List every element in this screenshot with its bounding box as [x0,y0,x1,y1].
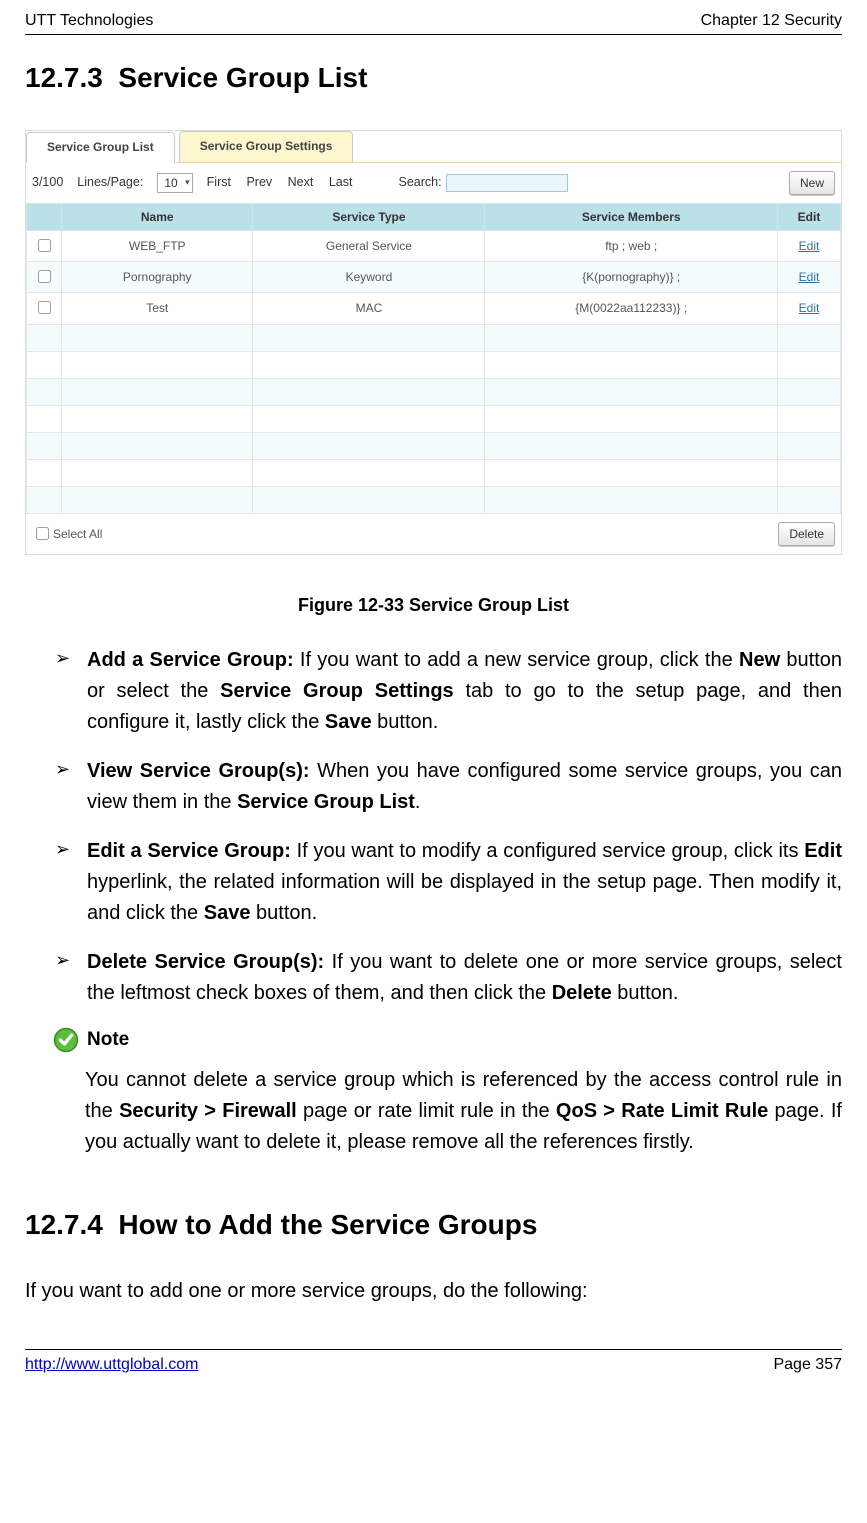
search-label: Search: [398,174,441,191]
table-row: Test MAC {M(0022aa112233)} ; Edit [27,293,841,324]
tab-bar: Service Group List Service Group Setting… [26,131,841,162]
figure-caption: Figure 12-33 Service Group List [25,593,842,617]
footer-url[interactable]: http://www.uttglobal.com [25,1354,198,1376]
list-item: Delete Service Group(s): If you want to … [55,947,842,1009]
pager-first[interactable]: First [207,175,231,189]
header-left: UTT Technologies [25,10,153,32]
row-checkbox[interactable] [38,301,51,314]
col-edit: Edit [778,203,841,230]
pager-prev[interactable]: Prev [246,175,272,189]
page-number: Page 357 [773,1354,842,1376]
tab-service-group-settings[interactable]: Service Group Settings [179,131,354,161]
list-toolbar: 3/100 Lines/Page: 10 First Prev Next Las… [26,163,841,203]
lines-per-page-label: Lines/Page: [77,174,143,191]
row-checkbox[interactable] [38,270,51,283]
select-all-label: Select All [53,526,102,542]
pager: First Prev Next Last [207,174,365,191]
col-members: Service Members [485,203,778,230]
note-label: Note [87,1027,129,1053]
col-type: Service Type [253,203,485,230]
section2-intro: If you want to add one or more service g… [25,1278,842,1305]
table-footer: Select All Delete [26,514,841,554]
new-button[interactable]: New [789,171,835,195]
table-row: Pornography Keyword {K(pornography)} ; E… [27,262,841,293]
pager-next[interactable]: Next [288,175,314,189]
note-header: Note [53,1027,842,1053]
col-name: Name [62,203,253,230]
figure-screenshot: Service Group List Service Group Setting… [25,130,842,554]
instruction-list: Add a Service Group: If you want to add … [25,645,842,1009]
row-checkbox[interactable] [38,239,51,252]
row-count: 3/100 [32,174,63,191]
select-all-checkbox[interactable] [36,527,49,540]
edit-link[interactable]: Edit [799,270,820,284]
edit-link[interactable]: Edit [799,239,820,253]
tab-service-group-list[interactable]: Service Group List [26,132,175,162]
pager-last[interactable]: Last [329,175,353,189]
page-footer: http://www.uttglobal.com Page 357 [25,1349,842,1376]
check-icon [53,1027,79,1053]
list-item: Edit a Service Group: If you want to mod… [55,836,842,929]
section-heading-1: 12.7.3 Service Group List [25,59,842,97]
lines-per-page-select[interactable]: 10 [157,173,192,193]
service-group-table: Name Service Type Service Members Edit W… [26,203,841,514]
col-checkbox [27,203,62,230]
list-item: Add a Service Group: If you want to add … [55,645,842,738]
section-heading-2: 12.7.4 How to Add the Service Groups [25,1206,842,1244]
delete-button[interactable]: Delete [778,522,835,546]
header-right: Chapter 12 Security [701,10,842,32]
table-row: WEB_FTP General Service ftp ; web ; Edit [27,230,841,261]
page-header: UTT Technologies Chapter 12 Security [25,10,842,35]
search-input[interactable] [446,174,568,192]
note-body: You cannot delete a service group which … [85,1065,842,1158]
edit-link[interactable]: Edit [799,301,820,315]
list-item: View Service Group(s): When you have con… [55,756,842,818]
